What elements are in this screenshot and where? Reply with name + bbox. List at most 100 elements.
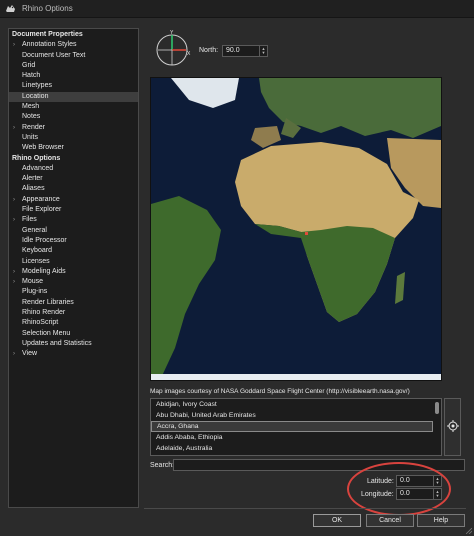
tree-item[interactable]: Mesh xyxy=(9,102,138,112)
options-tree[interactable]: Document Properties › Annotation Styles Doc… xyxy=(8,28,139,508)
location-marker xyxy=(305,232,308,235)
city-list-item[interactable]: Abu Dhabi, United Arab Emirates xyxy=(151,410,433,421)
tree-item-label: Licenses xyxy=(22,257,50,265)
spin-down-icon[interactable]: ▼ xyxy=(262,51,266,55)
chevron-right-icon[interactable]: › xyxy=(13,40,15,50)
city-list-item[interactable]: Accra, Ghana xyxy=(151,421,433,432)
window-title: Rhino Options xyxy=(22,4,73,13)
tree-item[interactable]: Updates and Statistics xyxy=(9,339,138,349)
tree-item-label: Units xyxy=(22,133,38,141)
tree-item[interactable]: › View xyxy=(9,349,138,359)
tree-item[interactable]: › Appearance xyxy=(9,195,138,205)
tree-item-label: Web Browser xyxy=(22,144,64,152)
tree-item[interactable]: Render Libraries xyxy=(9,298,138,308)
chevron-right-icon[interactable]: › xyxy=(13,349,15,359)
tree-item-label: Files xyxy=(22,216,37,224)
city-list-item[interactable]: Abidjan, Ivory Coast xyxy=(151,399,433,410)
resize-grip-icon[interactable] xyxy=(465,527,473,535)
tree-item-label: Render xyxy=(22,123,45,131)
chevron-right-icon[interactable]: › xyxy=(13,195,15,205)
help-button[interactable]: Help xyxy=(417,514,465,527)
tree-item[interactable]: Document User Text xyxy=(9,51,138,61)
tree-item[interactable]: › Annotation Styles xyxy=(9,40,138,50)
tree-item[interactable]: › Render xyxy=(9,123,138,133)
tree-item[interactable]: Keyboard xyxy=(9,246,138,256)
tree-item[interactable]: Web Browser xyxy=(9,143,138,153)
tree-item[interactable]: Linetypes xyxy=(9,81,138,91)
tree-item-label: RhinoScript xyxy=(22,319,59,327)
tree-item[interactable]: General xyxy=(9,226,138,236)
tree-item-label: Updates and Statistics xyxy=(22,339,92,347)
tree-item[interactable]: Grid xyxy=(9,61,138,71)
tree-item[interactable]: Location xyxy=(9,91,138,103)
tree-item-label: General xyxy=(22,226,47,234)
chevron-right-icon[interactable]: › xyxy=(13,267,15,277)
tree-item-label: Selection Menu xyxy=(22,329,71,337)
tree-item[interactable]: Licenses xyxy=(9,257,138,267)
tree-item-label: Linetypes xyxy=(22,82,52,90)
north-input[interactable]: 90.0 ▲ ▼ xyxy=(222,45,268,57)
tree-item-label: Aliases xyxy=(22,185,45,193)
tree-item[interactable]: › Mouse xyxy=(9,277,138,287)
city-list-scrollbar[interactable] xyxy=(435,402,439,414)
tree-item-label: Notes xyxy=(22,113,41,121)
city-list-item[interactable]: Addis Ababa, Ethiopia xyxy=(151,432,433,443)
tree-item-label: File Explorer xyxy=(22,206,62,214)
tree-item-label: Document Properties xyxy=(12,31,83,38)
city-list[interactable]: Abidjan, Ivory Coast Abu Dhabi, United Ar… xyxy=(150,398,442,456)
locate-button[interactable] xyxy=(444,398,461,456)
tree-item[interactable]: Idle Processor xyxy=(9,236,138,246)
tree-category[interactable]: Document Properties xyxy=(9,30,138,40)
north-spinner[interactable]: ▲ ▼ xyxy=(259,46,267,56)
tree-item[interactable]: Aliases xyxy=(9,184,138,194)
world-map[interactable] xyxy=(150,77,442,381)
tree-item-label: Grid xyxy=(22,61,36,69)
tree-item-label: Mouse xyxy=(22,278,44,286)
crosshair-icon xyxy=(446,420,459,434)
tree-item[interactable]: Rhino Render xyxy=(9,308,138,318)
title-bar: Rhino Options xyxy=(0,0,474,18)
rhino-icon xyxy=(4,3,16,15)
tree-item[interactable]: Plug-ins xyxy=(9,287,138,297)
tree-item-label: Rhino Render xyxy=(22,309,66,317)
tree-item-label: Rhino Options xyxy=(12,154,61,162)
tree-item-label: Render Libraries xyxy=(22,298,74,306)
tree-item-label: Plug-ins xyxy=(22,288,48,296)
map-credit: Map images courtesy of NASA Goddard Spac… xyxy=(150,388,410,395)
compass-x-label: X xyxy=(187,51,191,57)
chevron-right-icon[interactable]: › xyxy=(13,215,15,225)
tree-category[interactable]: Rhino Options xyxy=(9,154,138,164)
tree-item-label: Location xyxy=(22,92,49,100)
tree-item[interactable]: Selection Menu xyxy=(9,329,138,339)
tree-item[interactable]: Units xyxy=(9,133,138,143)
tree-item-label: Hatch xyxy=(22,72,41,80)
chevron-right-icon[interactable]: › xyxy=(13,277,15,287)
tree-item[interactable]: Hatch xyxy=(9,71,138,81)
tree-item-label: Idle Processor xyxy=(22,236,67,244)
north-label: North: xyxy=(199,47,219,54)
tree-item[interactable]: RhinoScript xyxy=(9,318,138,328)
tree-item-label: Advanced xyxy=(22,164,54,172)
ok-button[interactable]: OK xyxy=(313,514,361,527)
north-value: 90.0 xyxy=(226,47,240,54)
tree-item-label: Alerter xyxy=(22,175,43,183)
tree-item-label: Document User Text xyxy=(22,51,86,59)
tree-item[interactable]: Notes xyxy=(9,112,138,122)
tree-item[interactable]: Advanced xyxy=(9,164,138,174)
footer-divider xyxy=(144,508,466,509)
compass-icon: Y X xyxy=(153,30,191,68)
tree-item-label: Modeling Aids xyxy=(22,267,66,275)
tree-item-label: Appearance xyxy=(22,195,60,203)
tree-item-label: Annotation Styles xyxy=(22,41,77,49)
tree-item-label: View xyxy=(22,350,38,358)
tree-item[interactable]: › Modeling Aids xyxy=(9,267,138,277)
tree-item-label: Keyboard xyxy=(22,247,52,255)
city-list-item[interactable]: Adelaide, Australia xyxy=(151,443,433,454)
cancel-button[interactable]: Cancel xyxy=(366,514,414,527)
search-label: Search: xyxy=(150,462,175,469)
tree-item[interactable]: File Explorer xyxy=(9,205,138,215)
tree-item[interactable]: › Files xyxy=(9,215,138,225)
tree-item-label: Mesh xyxy=(22,103,40,111)
tree-item[interactable]: Alerter xyxy=(9,174,138,184)
chevron-right-icon[interactable]: › xyxy=(13,123,15,133)
